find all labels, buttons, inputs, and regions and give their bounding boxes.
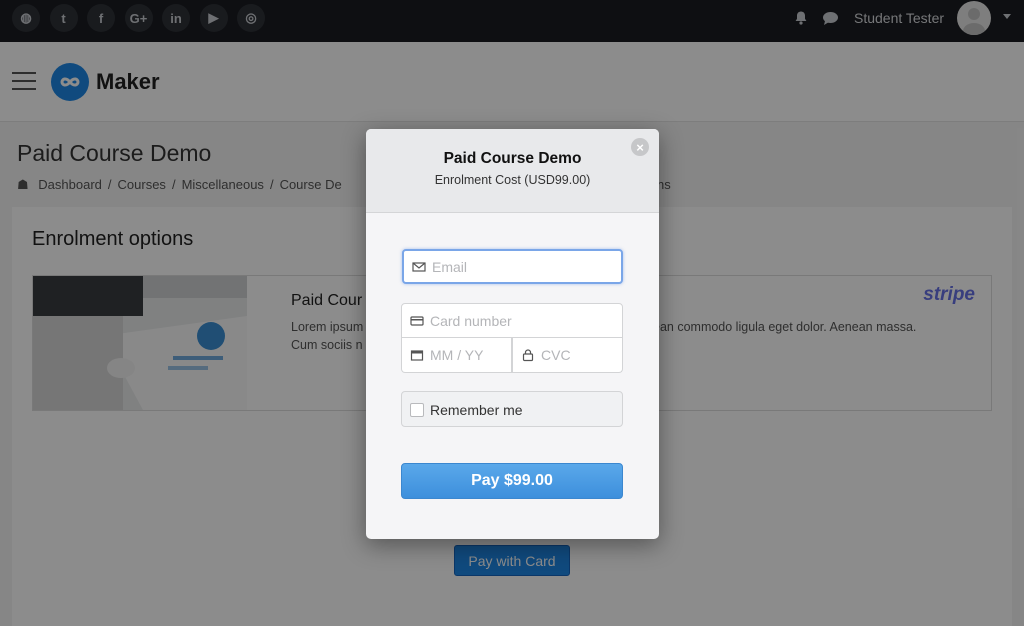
close-icon[interactable]: × — [631, 138, 649, 156]
remember-me-checkbox[interactable] — [410, 403, 424, 417]
cvc-input[interactable] — [541, 347, 622, 363]
cvc-field[interactable] — [512, 338, 623, 373]
pay-button[interactable]: Pay $99.00 — [401, 463, 623, 499]
expiry-field[interactable] — [401, 338, 512, 373]
email-field[interactable] — [402, 249, 623, 284]
calendar-icon — [410, 350, 424, 361]
checkout-modal: Paid Course Demo Enrolment Cost (USD99.0… — [366, 129, 659, 539]
modal-subtitle: Enrolment Cost (USD99.00) — [434, 173, 591, 187]
modal-header: Paid Course Demo Enrolment Cost (USD99.0… — [366, 129, 659, 213]
card-number-field[interactable] — [401, 303, 623, 338]
lock-icon — [522, 349, 534, 362]
envelope-icon — [412, 261, 426, 272]
remember-me-label: Remember me — [430, 402, 523, 418]
expiry-input[interactable] — [430, 347, 511, 363]
credit-card-icon — [410, 315, 424, 326]
email-input[interactable] — [432, 258, 621, 275]
modal-title: Paid Course Demo — [443, 150, 582, 167]
card-number-input[interactable] — [430, 312, 622, 329]
remember-me-toggle[interactable]: Remember me — [401, 391, 623, 427]
